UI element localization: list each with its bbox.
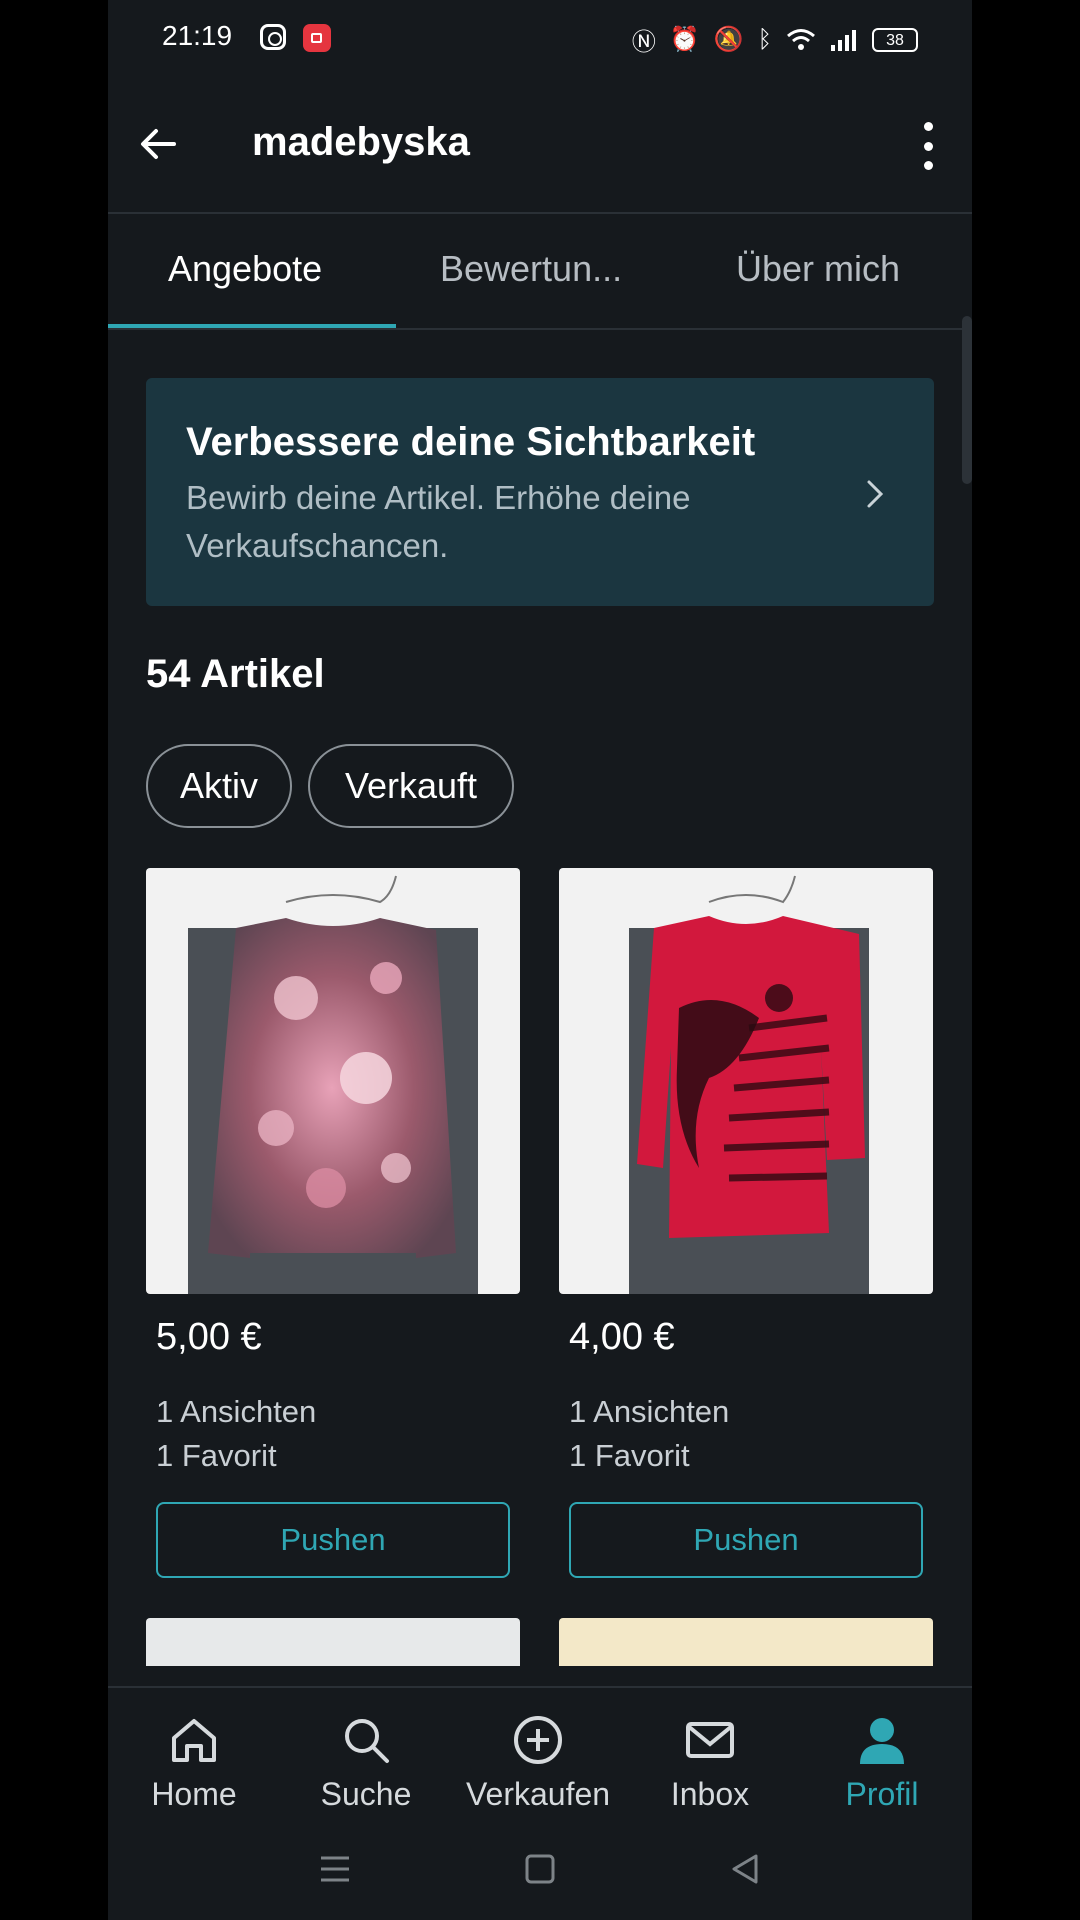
visibility-banner[interactable]: Verbessere deine Sichtbarkeit Bewirb dei… [146, 378, 934, 606]
vibrate-icon: 🔕 [713, 26, 744, 53]
wifi-icon [787, 28, 815, 50]
nav-inbox[interactable]: Inbox [624, 1712, 796, 1813]
item-photo[interactable] [559, 868, 933, 1294]
nav-verkaufen[interactable]: Verkaufen [452, 1712, 624, 1813]
bottom-navigation: Home Suche Verkaufen Inbox Profil [108, 1686, 972, 1828]
floral-shirt-image [208, 875, 456, 1258]
tab-ueber-mich[interactable]: Über mich [736, 248, 900, 290]
chevron-right-icon [867, 480, 884, 508]
profile-icon [860, 1718, 904, 1764]
system-navigation-bar [108, 1826, 972, 1920]
status-icons: Ⓝ ⏰ 🔕 ᛒ 38 [632, 22, 918, 57]
alarm-icon: ⏰ [669, 26, 700, 53]
active-tab-indicator [108, 324, 396, 328]
search-icon [345, 1719, 389, 1763]
plus-circle-icon [514, 1716, 562, 1764]
app-bar: madebyska [108, 78, 972, 214]
app-screen: 21:19 Ⓝ ⏰ 🔕 ᛒ 38 madebyska Angebote Bewe… [108, 0, 972, 1920]
items-count: 54 Artikel [146, 652, 325, 696]
battery-indicator: 38 [872, 27, 918, 52]
profile-tabs: Angebote Bewertun... Über mich [108, 212, 972, 330]
status-time: 21:19 [162, 20, 233, 51]
push-button[interactable]: Pushen [156, 1502, 510, 1578]
nav-suche[interactable]: Suche [280, 1712, 452, 1813]
banner-subtitle: Bewirb deine Artikel. Erhöhe deine Verka… [186, 479, 691, 564]
item-photo-partial[interactable] [559, 1618, 933, 1666]
screen-record-icon [303, 24, 331, 52]
item-photo[interactable] [146, 868, 520, 1294]
item-stats: 1 Ansichten 1 Favorit [569, 1390, 729, 1478]
item-photo-partial[interactable] [146, 1618, 520, 1666]
page-title: madebyska [252, 120, 470, 164]
back-arrow-icon[interactable] [130, 116, 186, 172]
red-shirt-image [637, 875, 865, 1238]
more-options-icon[interactable] [914, 118, 942, 174]
item-favorites: 1 Favorit [156, 1438, 277, 1473]
item-price: 4,00 € [569, 1316, 675, 1358]
status-bar: 21:19 Ⓝ ⏰ 🔕 ᛒ 38 [108, 0, 972, 78]
item-favorites: 1 Favorit [569, 1438, 690, 1473]
item-views: 1 Ansichten [156, 1394, 317, 1429]
scrollbar[interactable] [962, 316, 972, 484]
bluetooth-icon: ᛒ [757, 25, 772, 53]
home-button-icon[interactable] [523, 1852, 557, 1886]
back-button-icon[interactable] [728, 1852, 762, 1886]
instagram-icon [260, 24, 286, 50]
item-price: 5,00 € [156, 1316, 262, 1358]
signal-icon [831, 29, 856, 51]
mail-icon [686, 1722, 734, 1758]
item-views: 1 Ansichten [569, 1394, 730, 1429]
home-icon [172, 1719, 216, 1762]
banner-title: Verbessere deine Sichtbarkeit [186, 420, 756, 464]
tab-bewertungen[interactable]: Bewertun... [440, 248, 622, 290]
nfc-icon: Ⓝ [631, 29, 656, 56]
item-stats: 1 Ansichten 1 Favorit [156, 1390, 316, 1478]
nav-home[interactable]: Home [108, 1712, 280, 1813]
recent-apps-icon[interactable] [318, 1852, 352, 1886]
tab-angebote[interactable]: Angebote [168, 248, 322, 290]
push-button[interactable]: Pushen [569, 1502, 923, 1578]
filter-chip-verkauft[interactable]: Verkauft [308, 744, 514, 828]
nav-profil[interactable]: Profil [796, 1712, 968, 1813]
filter-chip-aktiv[interactable]: Aktiv [146, 744, 292, 828]
